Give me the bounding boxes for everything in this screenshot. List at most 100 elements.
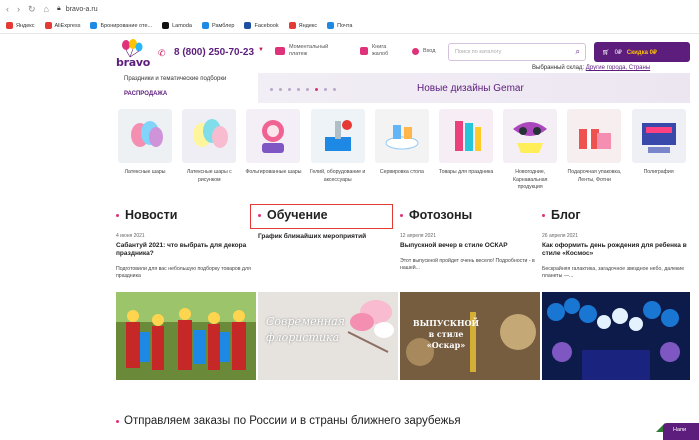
forward-icon[interactable]: › <box>17 4 20 14</box>
oscar-photo[interactable]: ВЫПУСКНОЙ в стиле «Оскар» <box>400 292 540 380</box>
user-icon <box>412 48 419 55</box>
photozone-heading[interactable]: Фотозоны <box>400 206 540 224</box>
phone-number[interactable]: 8 (800) 250-70-23 <box>174 47 254 58</box>
search-input[interactable]: Поиск по каталогу ⌕ <box>448 43 586 61</box>
photozone-text: Этот выпускной пройдет очень весело! Под… <box>400 258 535 271</box>
cart-icon: 🛒︎ <box>602 49 610 56</box>
shipping-heading: Отправляем заказы по России и в страны б… <box>116 415 461 427</box>
category-card[interactable]: Латексные шары <box>113 109 177 192</box>
category-label: Латексные шары <box>124 169 166 175</box>
banner-dot[interactable] <box>333 88 336 91</box>
category-label: Подарочная упаковка, Ленты, Фотни <box>567 169 622 183</box>
search-placeholder: Поиск по каталогу <box>455 49 502 55</box>
banner-dot[interactable] <box>306 88 309 91</box>
space-balloons-photo[interactable] <box>542 292 690 380</box>
category-card[interactable]: Латексные шары с рисунком <box>177 109 241 192</box>
banner-dot[interactable] <box>279 88 282 91</box>
bookmark-icon <box>201 22 209 29</box>
printing-image <box>631 109 686 163</box>
bookmark[interactable]: Яндекс <box>6 22 35 29</box>
photozone-title[interactable]: Выпускной вечер в стиле ОСКАР <box>400 242 540 250</box>
search-icon[interactable]: ⌕ <box>576 47 580 57</box>
party-goods-image <box>439 109 494 163</box>
menu-item-holidays[interactable]: Праздники и тематические подборки <box>116 73 254 86</box>
blog-text: Бескрайняя галактика, загадочное звездно… <box>542 266 685 279</box>
foil-balloons-image <box>246 109 301 163</box>
photozone-column: Фотозоны 12 апреля 2021 Выпускной вечер … <box>400 206 540 380</box>
latex-balloons-image <box>118 109 173 163</box>
cart-discount: Скидка 0₽ <box>626 49 657 56</box>
category-card[interactable]: Подарочная упаковка, Ленты, Фотни <box>562 109 626 192</box>
bookmarks-bar: Яндекс AliExpress Бронирование оте... La… <box>0 18 699 34</box>
cart-button[interactable]: 🛒︎ 0₽ Скидка 0₽ <box>594 42 690 62</box>
reload-icon[interactable]: ↻ <box>28 4 36 15</box>
category-card[interactable]: Полиграфия <box>627 109 691 192</box>
news-title[interactable]: Сабантуй 2021: что выбрать для декора пр… <box>116 242 256 258</box>
news-column: Новости 4 июня 2021 Сабантуй 2021: что в… <box>116 206 256 380</box>
blog-title[interactable]: Как оформить день рождения для ребенка в… <box>542 242 690 258</box>
menu-item-sale[interactable]: РАСПРОДАЖА <box>116 88 254 101</box>
bookmark-icon <box>90 22 98 29</box>
complaint-book-link[interactable]: Книга жалоб <box>360 44 400 58</box>
category-card[interactable]: Товары для праздника <box>434 109 498 192</box>
home-icon[interactable]: ⌂ <box>44 4 49 14</box>
category-card[interactable]: Новогодние, Карнавальная продукция <box>498 109 562 192</box>
photozone-date: 12 апреля 2021 <box>400 233 436 239</box>
bookmark[interactable]: Рамблер <box>201 22 234 29</box>
festival-photo[interactable] <box>116 292 256 380</box>
phone-icon: ✆ <box>158 48 166 58</box>
blog-heading[interactable]: Блог <box>542 206 690 224</box>
catalog-menu: Праздники и тематические подборки РАСПРО… <box>116 73 254 101</box>
url-text: bravo-a.ru <box>65 5 98 13</box>
chevron-down-icon[interactable]: ▼ <box>258 47 264 53</box>
bookmark[interactable]: Facebook <box>244 22 279 29</box>
bookmark[interactable]: Яндекс <box>288 22 317 29</box>
news-heading[interactable]: Новости <box>116 206 256 224</box>
warehouse-link[interactable]: Другие города, Страны <box>586 65 650 71</box>
banner-dot-active[interactable] <box>315 88 318 91</box>
banner-dot[interactable] <box>288 88 291 91</box>
browser-toolbar: ‹ › ↻ ⌂ 🔒︎ bravo-a.ru <box>0 0 699 18</box>
cart-count: 0₽ <box>614 49 622 56</box>
carnival-image <box>503 109 558 163</box>
oscar-caption: ВЫПУСКНОЙ в стиле «Оскар» <box>412 318 480 350</box>
bookmark-icon <box>6 22 13 29</box>
instant-payment-link[interactable]: Моментальный платеж <box>275 44 345 58</box>
category-card[interactable]: Фольгированные шары <box>241 109 305 192</box>
bookmark-icon <box>44 22 52 29</box>
news-date: 4 июня 2021 <box>116 233 145 239</box>
back-icon[interactable]: ‹ <box>6 4 9 14</box>
gift-wrap-image <box>567 109 622 163</box>
helium-equipment-image <box>310 109 365 163</box>
book-icon <box>360 47 368 55</box>
bookmark[interactable]: Lamoda <box>162 22 192 29</box>
education-title[interactable]: График ближайших мероприятий <box>258 233 398 241</box>
category-card[interactable]: Гелий, оборудование и аксессуары <box>306 109 370 192</box>
bookmark[interactable]: Почта <box>327 22 352 29</box>
bullet-icon <box>116 213 119 217</box>
blog-date: 26 апреля 2021 <box>542 233 578 239</box>
print-balloons-image <box>182 109 237 163</box>
category-label: Сервировка стола <box>379 169 424 175</box>
category-card[interactable]: Сервировка стола <box>370 109 434 192</box>
category-row: Латексные шары Латексные шары с рисунком… <box>113 109 693 192</box>
banner-title: Новые дизайны Gemar <box>417 83 524 94</box>
logo-text[interactable]: bravo <box>116 56 150 69</box>
banner-dot[interactable] <box>270 88 273 91</box>
bookmark-icon <box>244 22 252 29</box>
banner-dot[interactable] <box>324 88 327 91</box>
bookmark-icon <box>327 22 335 29</box>
bookmark[interactable]: AliExpress <box>44 22 80 29</box>
login-link[interactable]: Вход <box>412 48 435 55</box>
blog-column: Блог 26 апреля 2021 Как оформить день ро… <box>542 206 690 380</box>
warehouse-selector: Выбранный склад: Другие города, Страны <box>532 65 651 71</box>
news-text: Подготовили для вас небольшую подборку т… <box>116 266 251 279</box>
floristry-caption: Современная флористика <box>266 315 345 344</box>
chat-widget-button[interactable]: Напи <box>663 423 699 440</box>
tableware-image <box>374 109 429 163</box>
banner-dot[interactable] <box>297 88 300 91</box>
floristry-photo[interactable]: Современная флористика <box>258 292 398 380</box>
address-bar[interactable]: 🔒︎ bravo-a.ru <box>57 5 98 13</box>
bookmark[interactable]: Бронирование оте... <box>90 22 152 29</box>
site-header: bravo ✆ 8 (800) 250-70-23 ▼ Моментальный… <box>0 35 699 73</box>
